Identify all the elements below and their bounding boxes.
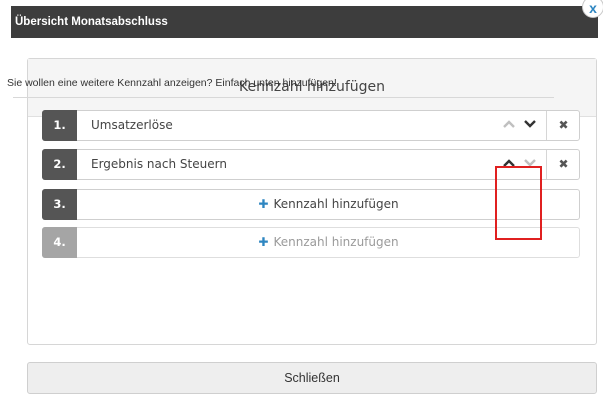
delete-icon[interactable]: ✖ [546,111,580,140]
kpi-label: Ergebnis nach Steuern [91,157,227,171]
dialog-header: Übersicht Monatsabschluss x [11,0,603,38]
kpi-row-4-add: 4. ✚ Kennzahl hinzufügen [42,227,580,258]
row-number: 2. [42,149,77,180]
row-number: 1. [42,110,77,141]
row-number: 3. [42,189,77,220]
add-kpi-button[interactable]: ✚ Kennzahl hinzufügen [78,190,579,219]
move-up-icon [500,111,518,140]
add-kpi-label: Kennzahl hinzufügen [273,235,399,249]
close-button[interactable]: Schließen [27,362,597,394]
kpi-row-3-add[interactable]: 3. ✚ Kennzahl hinzufügen [42,189,580,220]
delete-icon[interactable]: ✖ [546,150,580,179]
instruction-text: Sie wollen eine weitere Kennzahl anzeige… [7,77,337,89]
row-number: 4. [42,227,77,258]
separator [13,97,554,98]
kpi-row-1: 1. Umsatzerlöse ✖ [42,110,580,141]
kpi-label: Umsatzerlöse [91,118,173,132]
kpi-row-2: 2. Ergebnis nach Steuern ✖ [42,149,580,180]
move-up-icon[interactable] [500,150,518,179]
plus-icon: ✚ [258,197,269,211]
close-icon[interactable]: x [582,0,603,18]
add-kpi-button-disabled: ✚ Kennzahl hinzufügen [78,228,579,257]
dialog-title: Übersicht Monatsabschluss [15,16,168,28]
move-down-icon [521,150,539,179]
add-kpi-label: Kennzahl hinzufügen [273,197,399,211]
plus-icon: ✚ [258,235,269,249]
move-down-icon[interactable] [521,111,539,140]
